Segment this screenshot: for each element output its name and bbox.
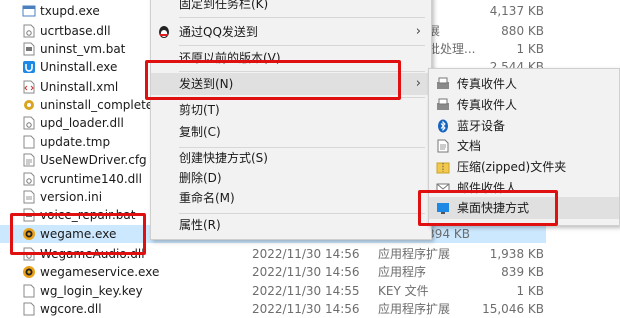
file-name: Uninstall.exe xyxy=(40,60,118,74)
menu-item-send-via-qq[interactable]: 通过QQ发送到 › xyxy=(151,21,431,43)
file-size: 1 KB xyxy=(516,284,544,298)
menu-item-label: 剪切(T) xyxy=(179,103,220,117)
xml-file-icon xyxy=(23,80,35,94)
submenu-item-documents[interactable]: 文档 xyxy=(429,135,619,157)
qq-penguin-icon xyxy=(159,26,169,38)
submenu-item-label: 传真收件人 xyxy=(457,77,518,91)
submenu-item-label: 蓝牙设备 xyxy=(457,119,506,133)
uninstall-app-icon xyxy=(23,61,35,73)
dll-file-icon xyxy=(23,24,35,38)
cfg-file-icon xyxy=(23,153,35,167)
file-name: update.tmp xyxy=(40,135,111,149)
file-name: txupd.exe xyxy=(40,4,100,18)
file-name: wegameservice.exe xyxy=(40,265,160,279)
file-date: 2022/11/30 14:56 xyxy=(252,247,360,261)
file-name: UseNewDriver.cfg xyxy=(40,153,147,167)
gear-exe-icon xyxy=(24,100,34,110)
file-date: 2022/11/30 14:55 xyxy=(252,284,360,298)
context-menu: 固定到任务栏(K) 通过QQ发送到 › 还原以前的版本(V) 发送到(N) › … xyxy=(150,0,432,240)
submenu-item-zip-folder[interactable]: 压缩(zipped)文件夹 xyxy=(429,156,619,178)
menu-item-create-shortcut[interactable]: 创建快捷方式(S) xyxy=(151,147,431,169)
file-size: 1 KB xyxy=(516,42,544,56)
file-name: wgcore.dll xyxy=(40,302,102,316)
chevron-right-icon: › xyxy=(415,24,421,39)
menu-item-label: 创建快捷方式(S) xyxy=(179,151,268,165)
file-size: 15,046 KB xyxy=(482,302,544,316)
dll-file-icon xyxy=(23,302,35,316)
ini-file-icon xyxy=(23,190,35,204)
file-name: ucrtbase.dll xyxy=(40,24,111,38)
file-name: Uninstall.xml xyxy=(40,80,119,94)
file-name: vcruntime140.dll xyxy=(40,172,142,186)
submenu-item-bluetooth[interactable]: 蓝牙设备 xyxy=(429,115,619,137)
menu-item-label: 通过QQ发送到 xyxy=(179,25,258,39)
zip-folder-icon xyxy=(436,162,450,174)
key-file-icon xyxy=(23,284,35,298)
menu-item-label: 复制(C) xyxy=(179,125,221,139)
file-type: KEY 文件 xyxy=(378,284,429,298)
file-name: wg_login_key.key xyxy=(40,284,143,298)
submenu-item-fax-recipient[interactable]: 传真收件人 xyxy=(429,73,619,95)
submenu-item-fax-recipient[interactable]: 传真收件人 xyxy=(429,94,619,116)
bat-file-icon xyxy=(23,42,35,56)
menu-separator xyxy=(179,45,425,46)
menu-item-label: 固定到任务栏(K) xyxy=(179,0,269,11)
file-row[interactable]: wegameservice.exe 2022/11/30 14:56 应用程序 … xyxy=(0,263,620,281)
highlight-box-send-to xyxy=(145,60,401,100)
menu-item-copy[interactable]: 复制(C) xyxy=(151,121,431,143)
submenu-item-label: 文档 xyxy=(457,139,482,153)
menu-item-delete[interactable]: 删除(D) xyxy=(151,167,431,189)
file-type: 应用程序扩展 xyxy=(378,302,451,316)
exe-window-icon xyxy=(22,5,36,17)
file-name: upd_loader.dll xyxy=(40,116,124,130)
menu-separator xyxy=(179,17,425,18)
highlight-box-desktop-shortcut xyxy=(418,190,558,226)
submenu-item-label: 压缩(zipped)文件夹 xyxy=(457,160,567,174)
file-size: 4,137 KB xyxy=(489,4,544,18)
file-size: 1,938 KB xyxy=(489,247,544,261)
menu-item-rename[interactable]: 重命名(M) xyxy=(151,187,431,209)
dll-file-icon xyxy=(23,116,35,130)
tmp-file-icon xyxy=(23,135,35,149)
submenu-item-label: 传真收件人 xyxy=(457,98,518,112)
file-size: 839 KB xyxy=(501,265,544,279)
fax-icon xyxy=(437,98,449,110)
menu-item-label: 重命名(M) xyxy=(179,191,235,205)
chevron-right-icon: › xyxy=(415,76,421,91)
file-date: 2022/11/30 14:56 xyxy=(252,265,360,279)
file-row[interactable]: wgcore.dll 2022/11/30 14:56 应用程序扩展 15,04… xyxy=(0,300,620,318)
file-type: 批处理... xyxy=(428,42,476,56)
document-icon xyxy=(437,139,449,153)
menu-item-properties[interactable]: 属性(R) xyxy=(151,214,431,236)
highlight-box-file xyxy=(10,213,146,255)
wegame-logo-icon xyxy=(23,266,35,278)
file-size: 880 KB xyxy=(501,24,544,38)
menu-item-label: 属性(R) xyxy=(179,218,221,232)
file-name: uninst_vm.bat xyxy=(40,42,126,56)
file-name: version.ini xyxy=(40,190,103,204)
fax-icon xyxy=(437,77,449,89)
bluetooth-icon xyxy=(438,119,448,133)
menu-item-cut[interactable]: 剪切(T) xyxy=(151,99,431,121)
menu-item-label: 删除(D) xyxy=(179,171,222,185)
file-type: 应用程序 xyxy=(378,265,427,279)
file-date: 2022/11/30 14:56 xyxy=(252,302,360,316)
dll-file-icon xyxy=(23,172,35,186)
file-type: 应用程序扩展 xyxy=(378,247,451,261)
menu-item-pin-taskbar[interactable]: 固定到任务栏(K) xyxy=(151,0,431,15)
file-row[interactable]: wg_login_key.key 2022/11/30 14:55 KEY 文件… xyxy=(0,282,620,300)
